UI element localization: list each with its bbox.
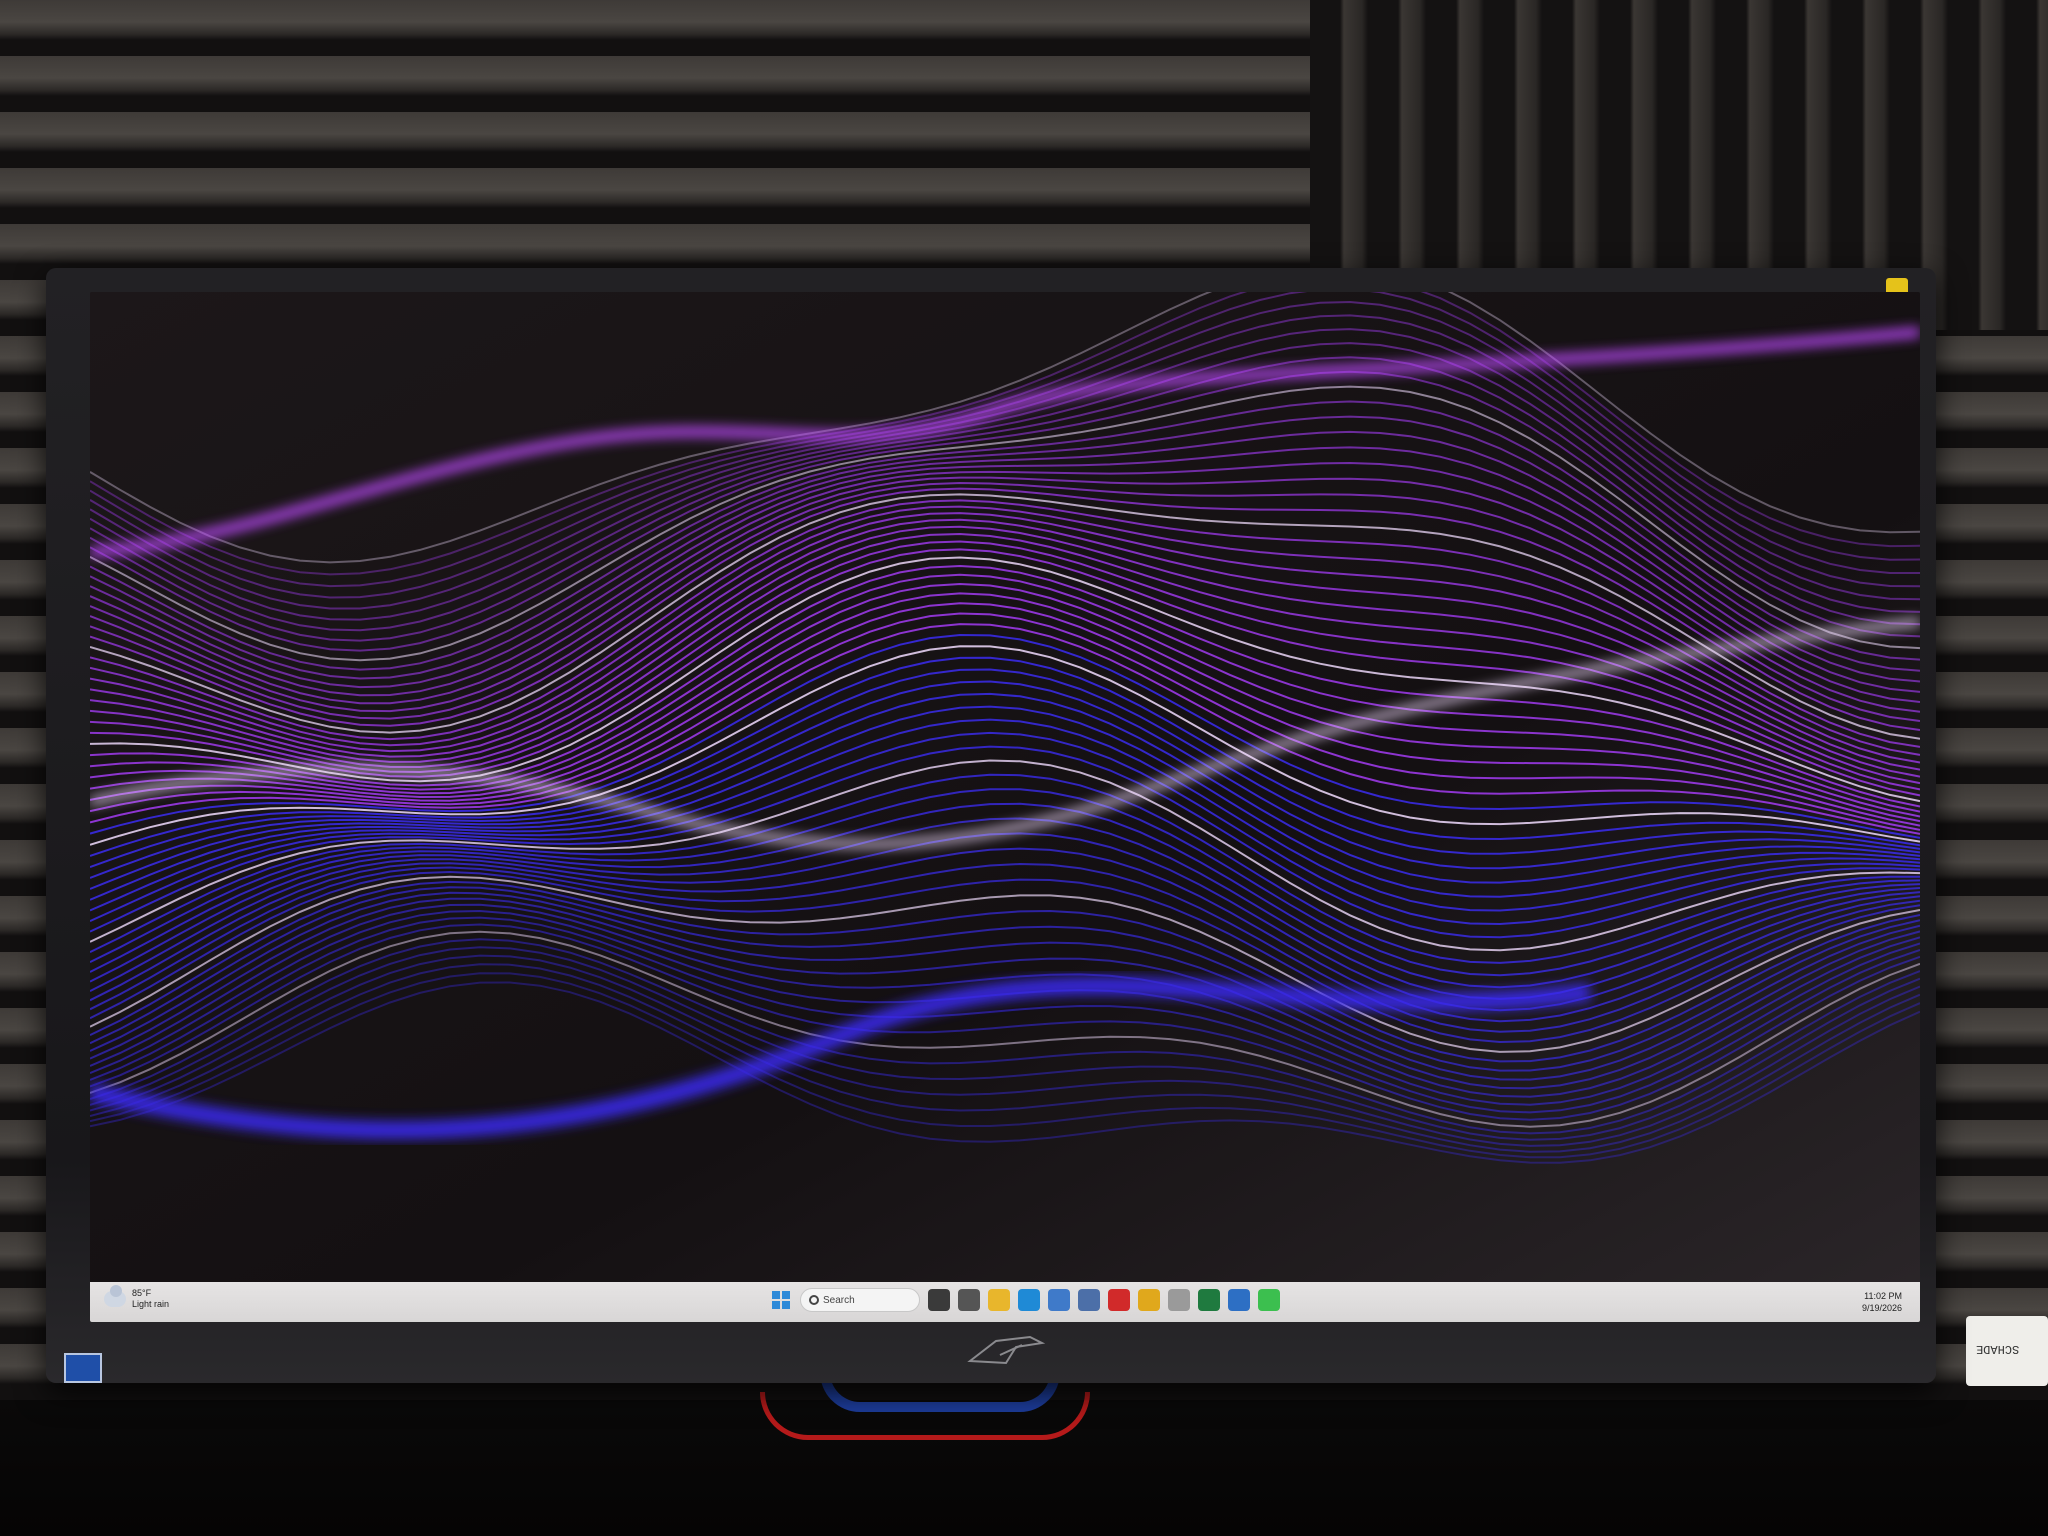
paint-icon[interactable]	[1168, 1289, 1190, 1311]
excel-icon[interactable]	[1198, 1289, 1220, 1311]
search-box[interactable]: Search	[800, 1288, 920, 1312]
start-windows-icon[interactable]	[770, 1289, 792, 1311]
clock-date: 9/19/2026	[1861, 1303, 1902, 1313]
chrome-icon[interactable]	[1138, 1289, 1160, 1311]
file-explorer-icon[interactable]	[988, 1289, 1010, 1311]
remote-desktop-icon[interactable]	[1228, 1289, 1250, 1311]
search-placeholder: Search	[823, 1294, 855, 1306]
monitor-chin	[46, 1325, 1936, 1383]
rog-eye-logo	[967, 1335, 1046, 1365]
search-icon	[809, 1295, 819, 1305]
cloud-rain-icon	[104, 1285, 126, 1307]
opera-icon[interactable]	[1108, 1289, 1130, 1311]
weather-condition: Light rain	[132, 1299, 170, 1309]
weather-widget[interactable]: 85°F Light rain	[104, 1285, 170, 1310]
settings-gear-icon[interactable]	[958, 1289, 980, 1311]
document-icon[interactable]	[1078, 1289, 1100, 1311]
wallpaper	[90, 292, 1920, 1282]
notepad-icon[interactable]	[1048, 1289, 1070, 1311]
system-clock[interactable]: 11:02 PM 9/19/2026	[1862, 1290, 1902, 1314]
side-device: SCHADE	[1966, 1316, 2048, 1386]
intel-sticker	[64, 1353, 102, 1383]
taskbar-pinned-apps: Search	[770, 1288, 1280, 1312]
edge-browser-icon[interactable]	[1018, 1289, 1040, 1311]
android-icon[interactable]	[1258, 1289, 1280, 1311]
clock-time: 11:02 PM	[1864, 1291, 1902, 1301]
task-view-icon[interactable]	[928, 1289, 950, 1311]
desktop-screen: 85°F Light rain Search 11:02 PM 9/19/202…	[90, 292, 1920, 1322]
weather-temp: 85°F	[132, 1288, 152, 1298]
taskbar: 85°F Light rain Search 11:02 PM 9/19/202…	[90, 1282, 1920, 1322]
monitor: 85°F Light rain Search 11:02 PM 9/19/202…	[46, 268, 1936, 1383]
